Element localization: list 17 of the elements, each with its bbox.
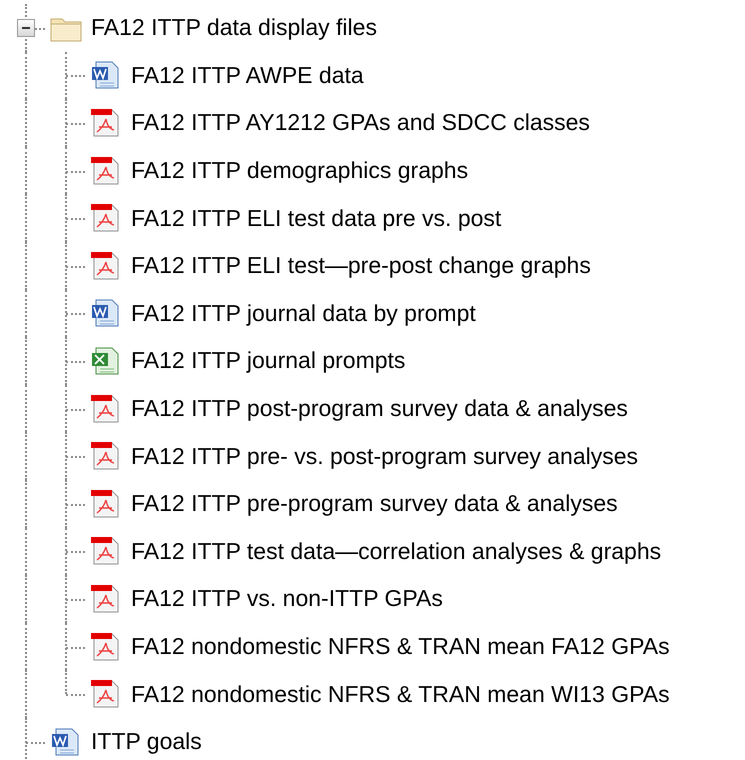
tree-item-label[interactable]: FA12 ITTP ELI test data pre vs. post (131, 204, 502, 232)
tree-item-label[interactable]: FA12 ITTP pre-program survey data & analyses (131, 490, 618, 518)
tree-item-label[interactable]: FA12 nondomestic NFRS & TRAN mean WI13 GPAs (131, 680, 670, 708)
tree-item-label[interactable]: FA12 ITTP journal data by prompt (131, 300, 476, 327)
tree-item-label[interactable]: ITTP goals (91, 728, 202, 756)
tree-item-label[interactable]: FA12 nondomestic NFRS & TRAN mean FA12 GPAs (131, 633, 670, 660)
tree-item-label[interactable]: FA12 ITTP vs. non-ITTP GPAs (131, 585, 443, 612)
tree-item-label[interactable]: FA12 ITTP post-program survey data & analyses (131, 395, 628, 422)
tree-item-label[interactable]: FA12 ITTP ELI test—pre-post change graphs (131, 252, 591, 280)
tree-item-label[interactable]: FA12 ITTP test data—correlation analyses & graphs (131, 538, 662, 565)
tree-item-label[interactable]: FA12 ITTP journal prompts (131, 347, 406, 374)
tree-item-label[interactable]: FA12 ITTP AWPE data (131, 62, 364, 89)
tree-item-label[interactable]: FA12 ITTP data display files (91, 14, 377, 42)
tree-item-label[interactable]: FA12 ITTP pre- vs. post-program survey analyses (131, 442, 638, 470)
collapse-toggle[interactable] (17, 18, 35, 37)
tree-item-label[interactable]: FA12 ITTP AY1212 GPAs and SDCC classes (131, 109, 590, 136)
tree-item-label[interactable]: FA12 ITTP demographics graphs (131, 157, 468, 184)
